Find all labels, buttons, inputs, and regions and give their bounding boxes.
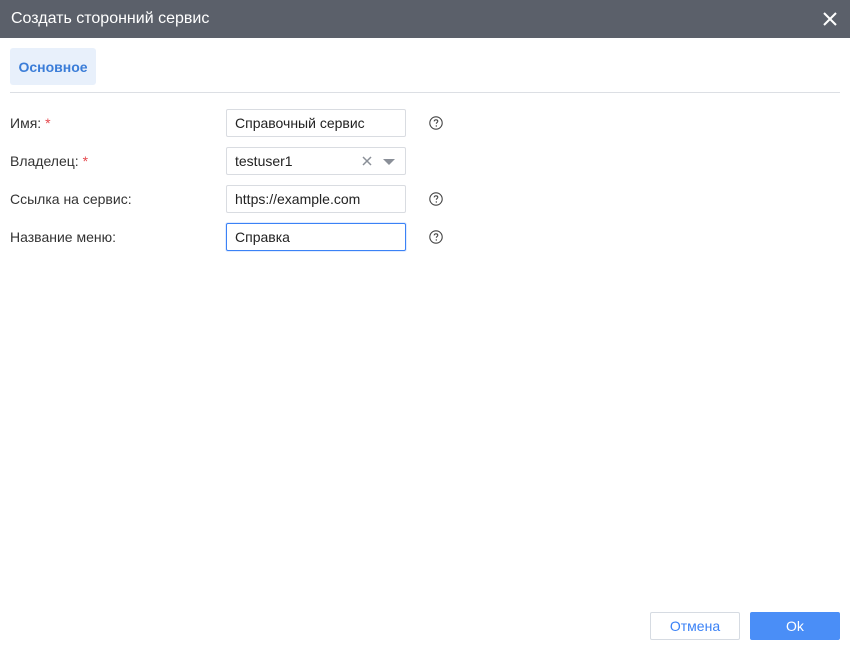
help-icon[interactable] bbox=[429, 230, 443, 244]
form-row-link: Ссылка на сервис: bbox=[10, 185, 470, 213]
tab-bar: Основное bbox=[10, 48, 840, 93]
form-row-owner: Владелец: * testuser1 bbox=[10, 147, 470, 175]
owner-label: Владелец: * bbox=[10, 153, 89, 169]
menu-name-input[interactable] bbox=[227, 224, 405, 250]
tab-main[interactable]: Основное bbox=[10, 48, 96, 85]
owner-select[interactable]: testuser1 bbox=[226, 147, 406, 175]
menu-name-field-wrapper bbox=[226, 223, 406, 251]
cancel-button[interactable]: Отмена bbox=[650, 612, 740, 640]
form-row-menu-name: Название меню: bbox=[10, 223, 470, 251]
name-label: Имя: * bbox=[10, 115, 51, 131]
menu-name-label: Название меню: bbox=[10, 229, 116, 245]
form-row-name: Имя: * bbox=[10, 109, 470, 137]
clear-icon[interactable] bbox=[361, 155, 373, 167]
ok-button[interactable]: Ok bbox=[750, 612, 840, 640]
required-mark: * bbox=[45, 115, 51, 131]
link-label: Ссылка на сервис: bbox=[10, 191, 132, 207]
link-input[interactable] bbox=[227, 186, 405, 212]
link-field-wrapper bbox=[226, 185, 406, 213]
name-input[interactable] bbox=[227, 110, 405, 136]
chevron-down-icon[interactable] bbox=[383, 159, 395, 165]
help-icon[interactable] bbox=[429, 192, 443, 206]
owner-select-value: testuser1 bbox=[235, 153, 293, 169]
help-icon[interactable] bbox=[429, 116, 443, 130]
close-icon[interactable] bbox=[820, 9, 840, 29]
dialog-titlebar: Создать сторонний сервис bbox=[0, 0, 850, 38]
create-service-dialog: Создать сторонний сервис Основное Имя: * … bbox=[0, 0, 850, 650]
name-field-wrapper bbox=[226, 109, 406, 137]
required-mark: * bbox=[82, 153, 89, 169]
dialog-title: Создать сторонний сервис bbox=[11, 10, 210, 27]
